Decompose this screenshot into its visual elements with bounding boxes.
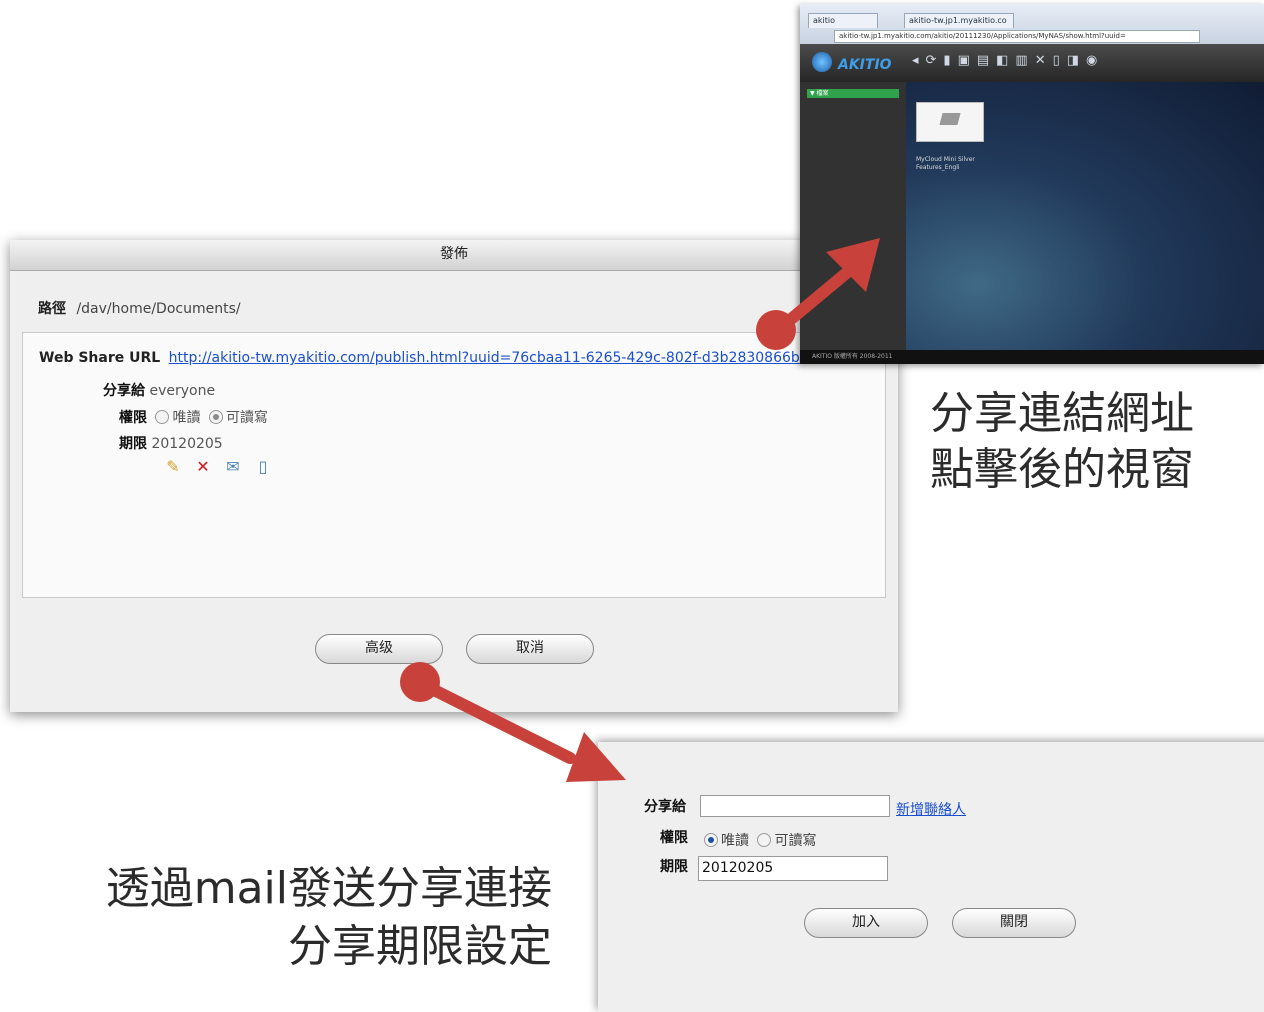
annotation-arrows: [400, 238, 880, 782]
arrow-to-advanced: [400, 662, 626, 782]
caption-preview: 分享連結網址 點擊後的視窗: [930, 386, 1194, 498]
caption-mail-expiry: 透過mail發送分享連接 分享期限設定: [46, 860, 552, 976]
arrow-to-preview: [756, 238, 880, 350]
caption-line: 分享連結網址: [930, 388, 1194, 439]
caption-line: 點擊後的視窗: [930, 444, 1194, 495]
caption-line: 分享期限設定: [288, 921, 552, 972]
caption-line: 透過mail發送分享連接: [105, 863, 552, 914]
